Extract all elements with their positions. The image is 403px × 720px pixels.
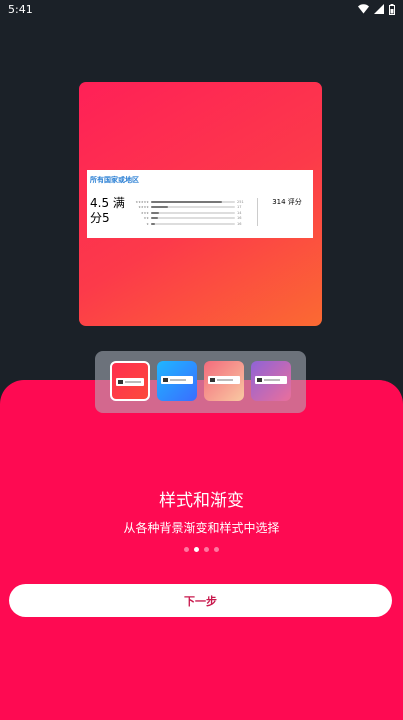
rating-bar-fill xyxy=(151,217,158,219)
rating-bar-row: ★★★ 14 xyxy=(129,210,247,215)
thumb-widget-preview xyxy=(208,376,240,384)
rating-bar-track xyxy=(151,200,235,203)
rating-bar-row: ★★ 16 xyxy=(129,216,247,221)
rating-bar-row: ★★★★★ 251 xyxy=(129,199,247,204)
rating-bar-label: ★★ xyxy=(143,216,149,220)
rating-bar-fill xyxy=(151,222,156,225)
rating-bar-count: 16 xyxy=(237,216,242,220)
thumb-purple-gradient[interactable] xyxy=(251,361,291,401)
rating-bar-count: 251 xyxy=(237,199,244,204)
battery-icon xyxy=(389,3,395,15)
rating-bar-track xyxy=(151,217,235,219)
widget-total-ratings: 314 评分 xyxy=(272,198,302,206)
page-dot xyxy=(214,547,219,552)
onboarding-subtitle: 从各种背景渐变和样式中选择 xyxy=(123,521,280,535)
rating-bar-count: 17 xyxy=(237,205,242,209)
widget-region-title: 所有国家或地区 xyxy=(90,176,139,184)
page-dot xyxy=(184,547,189,552)
onboarding-title: 样式和渐变 xyxy=(159,491,244,511)
rating-bar-count: 14 xyxy=(237,210,242,215)
thumb-red-gradient[interactable] xyxy=(110,361,150,401)
status-bar: 5:41 xyxy=(0,0,403,18)
thumb-peach-gradient[interactable] xyxy=(204,361,244,401)
status-time: 5:41 xyxy=(8,2,33,16)
style-picker xyxy=(95,351,306,413)
signal-icon xyxy=(374,4,384,14)
thumb-widget-preview xyxy=(255,376,287,384)
rating-bar-track xyxy=(151,222,235,225)
page-dot xyxy=(194,547,199,552)
rating-bar-label: ★★★ xyxy=(140,210,149,215)
rating-bar-track xyxy=(151,206,235,208)
rating-bar-fill xyxy=(151,206,168,208)
rating-bar-row: ★★★★ 17 xyxy=(129,205,247,210)
rating-bar-track xyxy=(151,211,235,214)
thumb-blue-gradient[interactable] xyxy=(157,361,197,401)
rating-widget-preview: 所有国家或地区 4.5 满分5 ★★★★★ 251 ★★★★ 17 ★★★ 14 ★★ 16 ★… xyxy=(87,170,313,238)
thumb-widget-preview xyxy=(161,376,193,384)
rating-bar-fill xyxy=(151,211,160,214)
rating-bar-row: ★ 16 xyxy=(129,221,247,226)
rating-bar-fill xyxy=(151,200,222,203)
page-indicator xyxy=(0,547,403,552)
rating-bar-label: ★★★★★ xyxy=(135,199,149,204)
widget-divider xyxy=(257,198,258,226)
next-button[interactable]: 下一步 xyxy=(9,584,392,617)
wifi-icon xyxy=(358,4,369,14)
rating-bars: ★★★★★ 251 ★★★★ 17 ★★★ 14 ★★ 16 ★ 16 xyxy=(129,199,247,227)
rating-bar-label: ★ xyxy=(146,221,149,226)
rating-bar-count: 16 xyxy=(237,221,242,226)
thumb-widget-preview xyxy=(116,378,144,386)
widget-score: 4.5 满分5 xyxy=(90,196,125,225)
rating-bar-label: ★★★★ xyxy=(138,205,149,209)
page-dot xyxy=(204,547,209,552)
